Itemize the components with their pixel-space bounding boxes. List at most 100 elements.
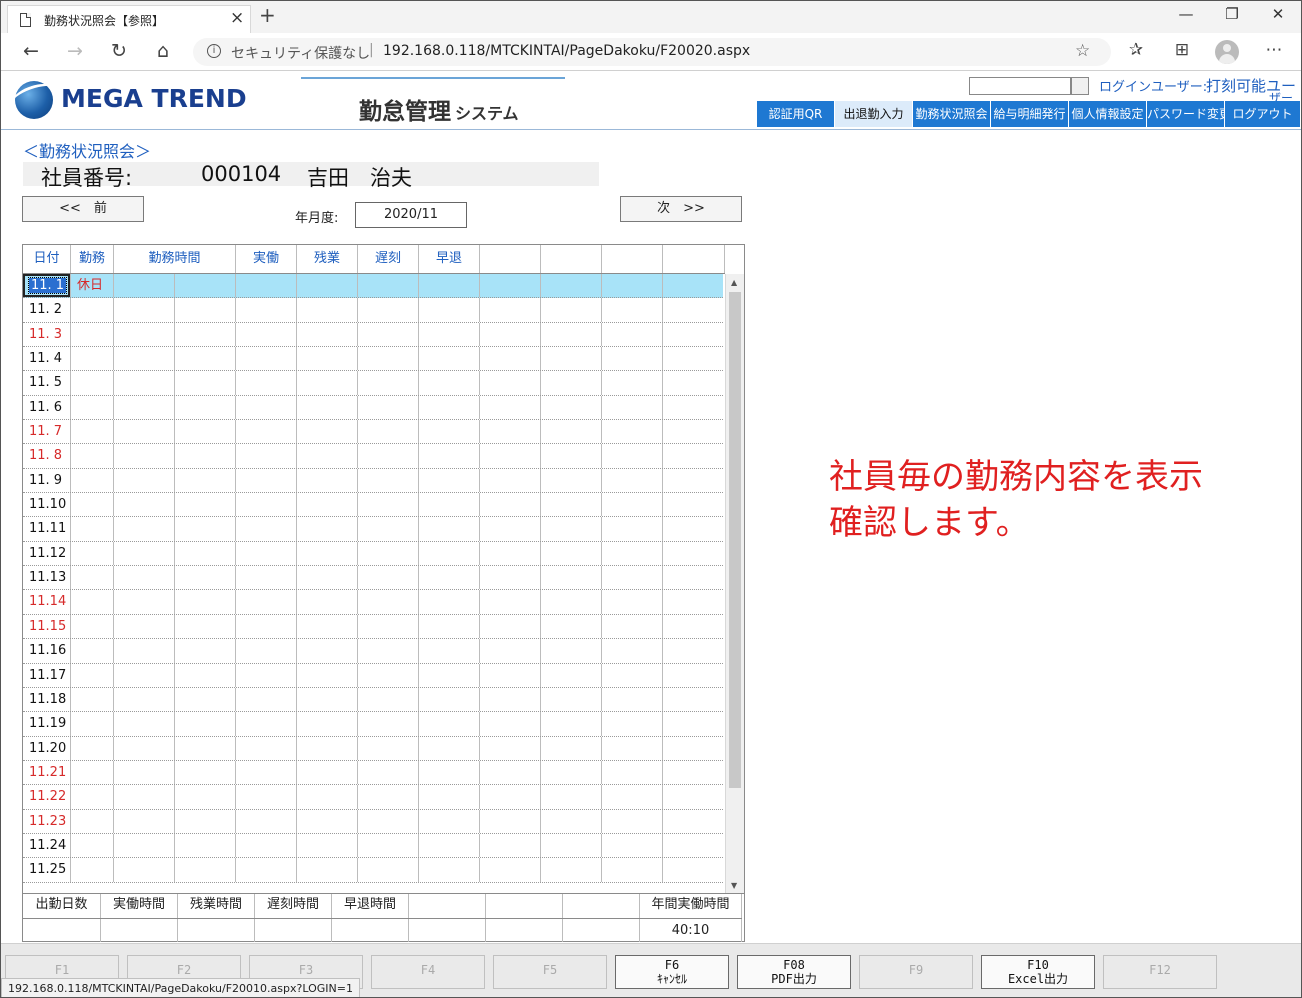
grid-cell[interactable] <box>175 395 236 420</box>
grid-cell[interactable] <box>480 468 541 493</box>
grid-cell[interactable] <box>114 541 175 566</box>
grid-cell-date[interactable]: 11. 1 <box>23 274 71 298</box>
grid-cell[interactable] <box>236 639 297 663</box>
grid-cell[interactable] <box>419 541 480 566</box>
menu-item-payslip[interactable]: 給与明細発行 <box>991 101 1069 127</box>
grid-cell[interactable] <box>175 566 236 590</box>
grid-cell-date[interactable]: 11. 5 <box>23 371 71 395</box>
grid-cell[interactable] <box>175 420 236 444</box>
grid-row[interactable]: 11.23 <box>23 809 723 834</box>
grid-cell[interactable] <box>114 590 175 614</box>
grid-cell-work-type[interactable] <box>71 371 114 395</box>
grid-cell[interactable] <box>480 590 541 614</box>
grid-cell[interactable] <box>297 663 358 687</box>
grid-cell[interactable] <box>358 712 419 736</box>
grid-row[interactable]: 11.20 <box>23 736 723 761</box>
grid-cell-date[interactable]: 11.11 <box>23 517 71 541</box>
grid-cell[interactable] <box>419 444 480 468</box>
grid-cell[interactable] <box>480 444 541 468</box>
grid-cell[interactable] <box>175 614 236 639</box>
grid-cell[interactable] <box>114 809 175 833</box>
grid-cell[interactable] <box>541 371 602 395</box>
grid-cell[interactable] <box>541 712 602 736</box>
grid-cell[interactable] <box>297 274 358 298</box>
grid-cell[interactable] <box>602 809 663 833</box>
grid-cell[interactable] <box>541 274 602 298</box>
collections-icon[interactable]: ⊞ <box>1169 40 1195 60</box>
grid-cell[interactable] <box>419 785 480 809</box>
grid-cell[interactable] <box>602 322 663 347</box>
grid-cell[interactable] <box>358 858 419 882</box>
grid-cell-date[interactable]: 11.23 <box>23 809 71 833</box>
grid-cell[interactable] <box>358 493 419 517</box>
grid-cell[interactable] <box>419 274 480 298</box>
grid-cell[interactable] <box>236 736 297 760</box>
grid-cell[interactable] <box>175 858 236 882</box>
grid-cell[interactable] <box>236 395 297 420</box>
menu-item-attendance[interactable]: 勤務状況照会 <box>913 101 991 127</box>
grid-cell-date[interactable]: 11.13 <box>23 566 71 590</box>
grid-cell[interactable] <box>114 298 175 322</box>
grid-cell-date[interactable]: 11.12 <box>23 541 71 566</box>
grid-cell-work-type[interactable] <box>71 736 114 760</box>
grid-row[interactable]: 11.18 <box>23 687 723 713</box>
grid-cell[interactable] <box>541 566 602 590</box>
grid-cell[interactable] <box>297 347 358 371</box>
grid-cell[interactable] <box>175 712 236 736</box>
year-month-input[interactable]: 2020/11 <box>355 202 467 228</box>
grid-cell-work-type[interactable] <box>71 468 114 493</box>
grid-cell[interactable] <box>602 833 663 858</box>
grid-cell[interactable] <box>175 444 236 468</box>
grid-cell[interactable] <box>480 274 541 298</box>
grid-cell[interactable] <box>602 566 663 590</box>
profile-avatar[interactable] <box>1215 40 1239 64</box>
grid-cell[interactable] <box>114 833 175 858</box>
grid-cell[interactable] <box>419 809 480 833</box>
grid-cell[interactable] <box>114 347 175 371</box>
grid-cell[interactable] <box>236 663 297 687</box>
grid-cell-date[interactable]: 11. 9 <box>23 468 71 493</box>
grid-cell[interactable] <box>541 663 602 687</box>
grid-cell-date[interactable]: 11.21 <box>23 760 71 785</box>
grid-cell[interactable] <box>541 395 602 420</box>
grid-cell[interactable] <box>297 322 358 347</box>
grid-cell[interactable] <box>358 663 419 687</box>
grid-cell[interactable] <box>175 639 236 663</box>
grid-cell[interactable] <box>114 371 175 395</box>
grid-cell[interactable] <box>541 858 602 882</box>
grid-cell-date[interactable]: 11.25 <box>23 858 71 882</box>
grid-cell[interactable] <box>541 809 602 833</box>
grid-cell[interactable] <box>114 687 175 712</box>
grid-row[interactable]: 11. 8 <box>23 444 723 469</box>
grid-cell-work-type[interactable] <box>71 395 114 420</box>
grid-cell[interactable] <box>236 468 297 493</box>
scroll-up-icon[interactable]: ▲ <box>731 278 737 287</box>
grid-cell[interactable] <box>358 420 419 444</box>
grid-row[interactable]: 11. 4 <box>23 347 723 372</box>
grid-cell[interactable] <box>480 371 541 395</box>
grid-cell[interactable] <box>175 371 236 395</box>
grid-cell[interactable] <box>236 833 297 858</box>
refresh-icon[interactable]: ↻ <box>107 40 131 62</box>
url-field[interactable]: i セキュリティ保護なし | 192.168.0.118/MTCKINTAI/P… <box>193 38 1111 66</box>
grid-row[interactable]: 11.24 <box>23 833 723 859</box>
grid-cell-date[interactable]: 11. 7 <box>23 420 71 444</box>
grid-cell[interactable] <box>480 614 541 639</box>
grid-cell-work-type[interactable] <box>71 444 114 468</box>
grid-cell-work-type[interactable] <box>71 663 114 687</box>
menu-item-profile[interactable]: 個人情報設定 <box>1069 101 1147 127</box>
grid-cell[interactable] <box>541 468 602 493</box>
grid-cell[interactable] <box>480 541 541 566</box>
grid-cell[interactable] <box>602 298 663 322</box>
grid-cell[interactable] <box>480 395 541 420</box>
grid-cell[interactable] <box>297 541 358 566</box>
grid-cell[interactable] <box>236 687 297 712</box>
grid-cell[interactable] <box>419 298 480 322</box>
grid-cell[interactable] <box>419 614 480 639</box>
scroll-down-icon[interactable]: ▼ <box>731 881 737 890</box>
grid-cell[interactable] <box>297 736 358 760</box>
grid-cell[interactable] <box>480 785 541 809</box>
grid-cell[interactable] <box>236 858 297 882</box>
grid-cell[interactable] <box>480 760 541 785</box>
grid-scrollbar[interactable]: ▲ ▼ <box>725 274 744 893</box>
